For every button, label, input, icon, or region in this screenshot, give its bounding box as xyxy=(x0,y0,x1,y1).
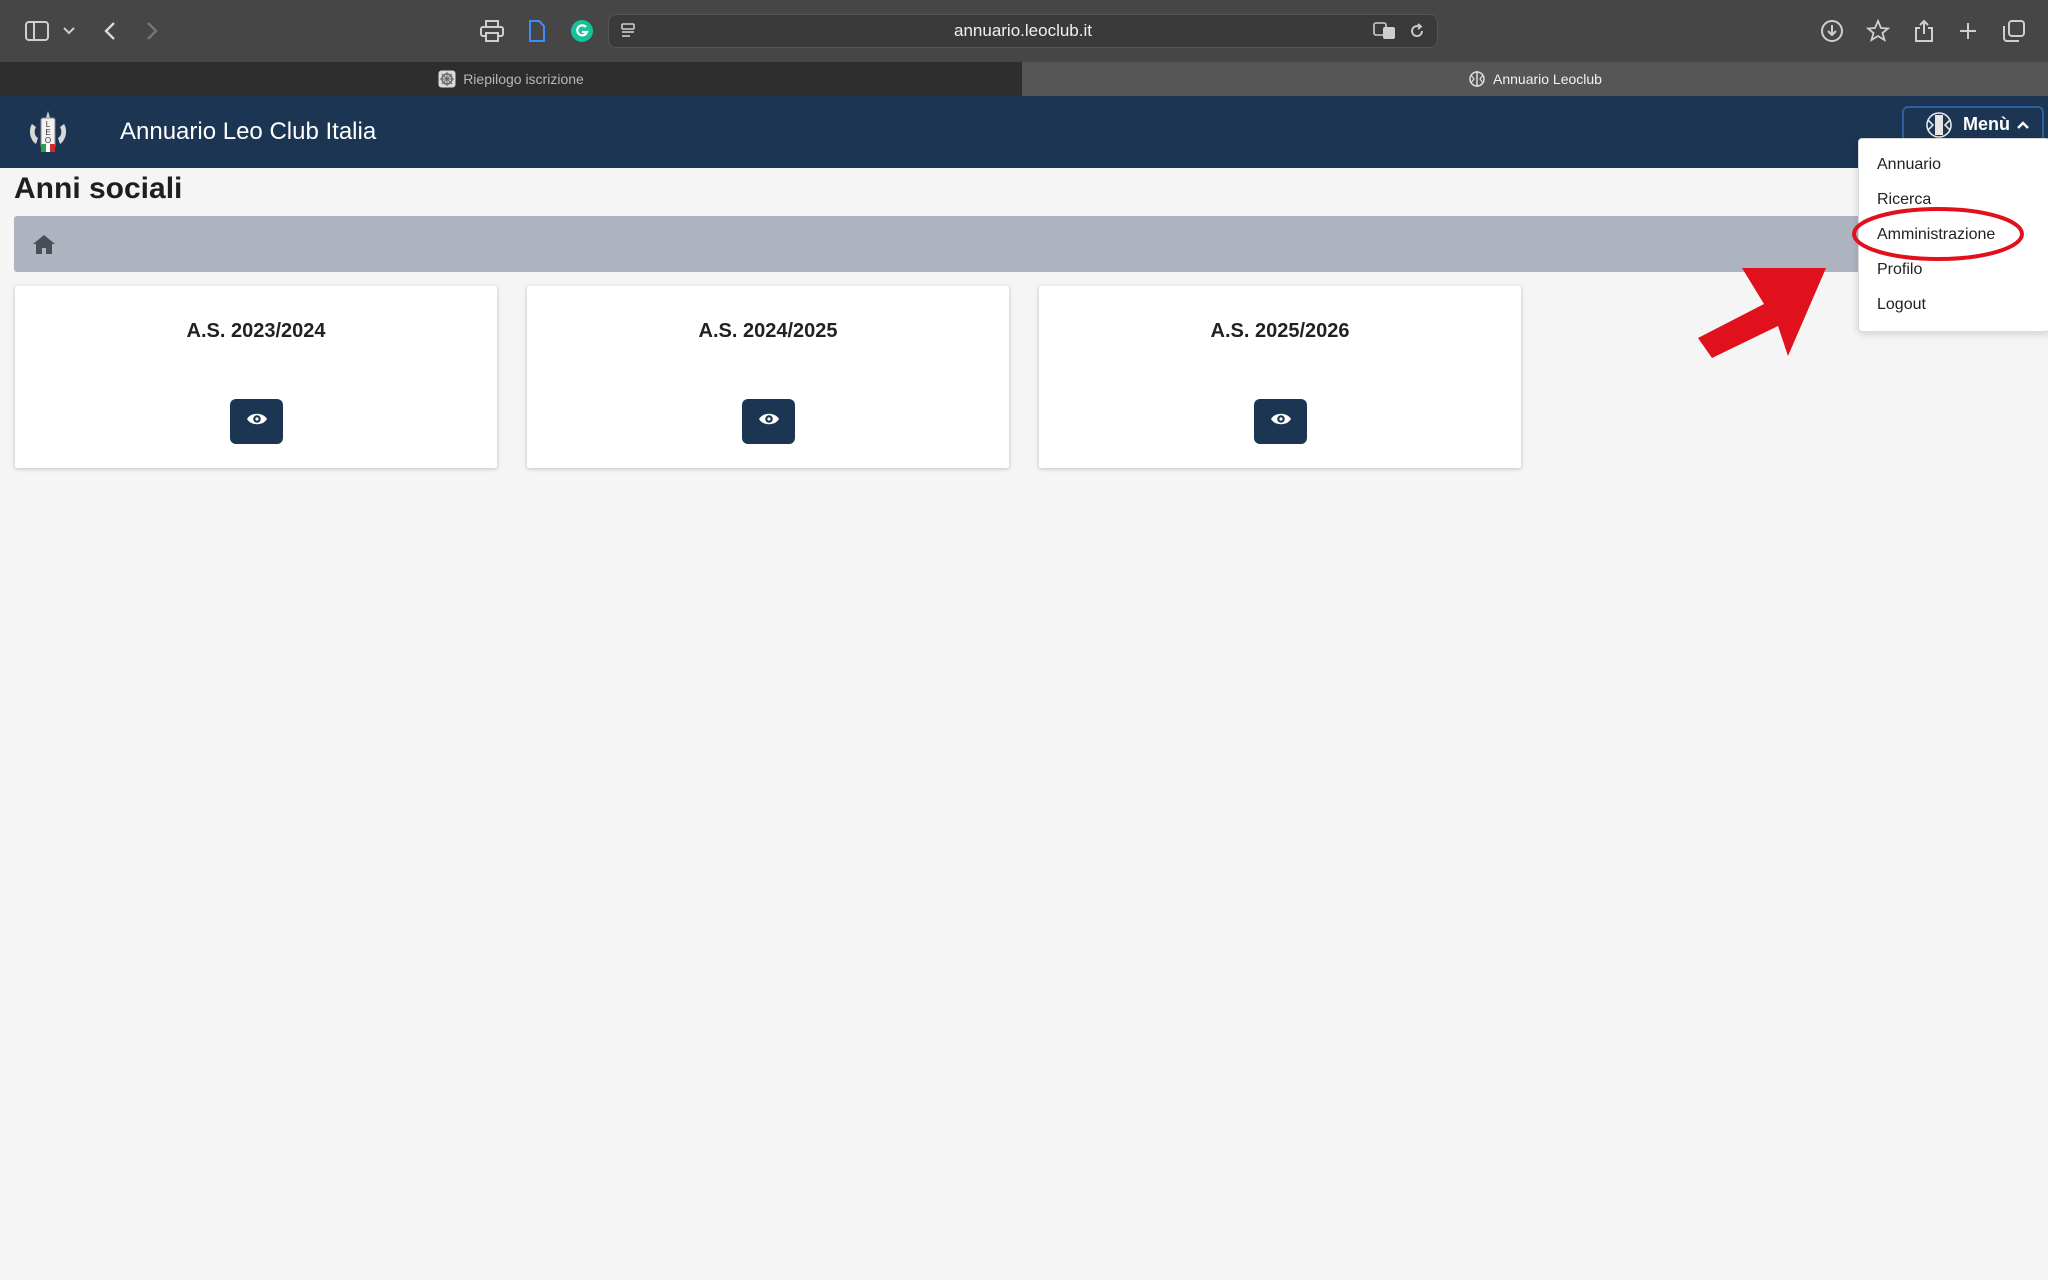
eye-icon xyxy=(1270,411,1292,432)
home-icon[interactable] xyxy=(32,233,56,255)
tab-label: Riepilogo iscrizione xyxy=(463,71,584,87)
leo-club-favicon-icon xyxy=(1468,70,1486,88)
anno-sociale-card: A.S. 2025/2026 xyxy=(1039,286,1521,468)
grammarly-icon[interactable] xyxy=(568,16,596,46)
eye-icon xyxy=(246,411,268,432)
chevron-up-icon xyxy=(2016,114,2030,135)
highlight-ellipse xyxy=(1852,207,2024,261)
menu-item-annuario[interactable]: Annuario xyxy=(1877,156,1941,174)
red-arrow-icon xyxy=(1698,268,1826,358)
svg-text:O: O xyxy=(45,136,51,145)
document-icon[interactable] xyxy=(524,16,550,46)
menu-item-logout[interactable]: Logout xyxy=(1877,296,1926,314)
back-icon[interactable] xyxy=(98,16,122,46)
view-button[interactable] xyxy=(1254,399,1307,444)
tab-annuario-leoclub[interactable]: Annuario Leoclub xyxy=(1022,62,2048,96)
sidebar-toggle-icon[interactable] xyxy=(22,16,52,46)
tab-favicon-icon xyxy=(438,70,456,88)
chevron-down-icon[interactable] xyxy=(60,16,78,46)
leo-club-logo[interactable]: L E O xyxy=(24,108,72,156)
tab-label: Annuario Leoclub xyxy=(1493,71,1602,87)
menu-button[interactable]: Menù xyxy=(1902,106,2044,142)
menu-item-profilo[interactable]: Profilo xyxy=(1877,261,1922,279)
print-icon[interactable] xyxy=(478,16,506,46)
menu-label: Menù xyxy=(1963,113,2010,134)
tab-riepilogo-iscrizione[interactable]: Riepilogo iscrizione xyxy=(0,62,1022,96)
card-title: A.S. 2024/2025 xyxy=(698,320,838,342)
translate-icon[interactable] xyxy=(1373,22,1397,45)
page-title: Anni sociali xyxy=(14,172,183,205)
browser-toolbar: annuario.leoclub.it xyxy=(0,0,2048,62)
view-button[interactable] xyxy=(230,399,283,444)
app-header: L E O Annuario Leo Club Italia Menù xyxy=(0,96,2048,168)
reload-icon[interactable] xyxy=(1409,23,1425,44)
tab-overview-icon[interactable] xyxy=(2000,16,2028,46)
address-bar[interactable]: annuario.leoclub.it xyxy=(608,14,1438,48)
download-icon[interactable] xyxy=(1818,16,1846,46)
bookmark-star-icon[interactable] xyxy=(1864,16,1892,46)
eye-icon xyxy=(758,411,780,432)
card-title: A.S. 2023/2024 xyxy=(186,320,326,342)
leo-avatar-icon xyxy=(1924,110,1954,140)
view-button[interactable] xyxy=(742,399,795,444)
card-title: A.S. 2025/2026 xyxy=(1210,320,1350,342)
url-text[interactable]: annuario.leoclub.it xyxy=(609,15,1437,47)
forward-icon[interactable] xyxy=(140,16,164,46)
app-title[interactable]: Annuario Leo Club Italia xyxy=(120,96,376,168)
anno-sociale-card: A.S. 2023/2024 xyxy=(15,286,497,468)
tab-bar: Riepilogo iscrizione Annuario Leoclub xyxy=(0,62,2048,96)
anno-sociale-card: A.S. 2024/2025 xyxy=(527,286,1009,468)
share-icon[interactable] xyxy=(1910,16,1938,46)
new-tab-icon[interactable] xyxy=(1954,16,1982,46)
